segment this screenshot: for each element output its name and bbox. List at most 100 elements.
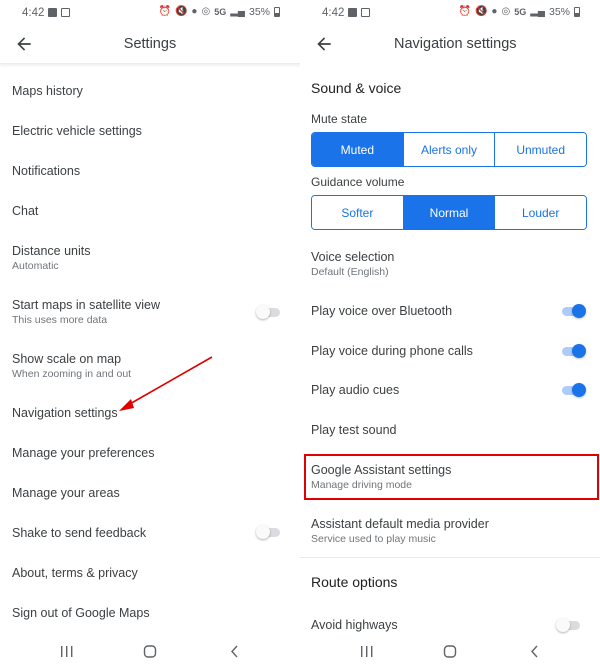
setting-play-test-sound[interactable]: Play test sound (300, 423, 600, 443)
item-label: Play audio cues (311, 383, 400, 397)
item-sublabel: Service used to play music (311, 533, 436, 545)
audio-cues-toggle[interactable] (560, 383, 586, 397)
setting-voice-selection[interactable]: Voice selection Default (English) (300, 250, 600, 286)
item-label: Manage your areas (12, 486, 120, 500)
item-label: Distance units (12, 244, 91, 258)
settings-item-manage-preferences[interactable]: Manage your preferences (0, 446, 300, 482)
section-sound-voice: Sound & voice (311, 80, 402, 96)
item-sublabel: Automatic (12, 260, 59, 272)
item-label: Notifications (12, 164, 81, 178)
system-nav-bar (0, 637, 300, 667)
mute-option-unmuted[interactable]: Unmuted (495, 133, 586, 166)
guidance-volume-selector: Softer Normal Louder (311, 195, 587, 230)
satellite-view-toggle[interactable] (256, 305, 282, 319)
settings-item-notifications[interactable]: Notifications (0, 164, 300, 200)
item-label: Google Assistant settings (311, 463, 452, 477)
item-label: Manage your preferences (12, 446, 155, 460)
back-arrow-icon[interactable] (314, 34, 334, 54)
setting-voice-phone-calls[interactable]: Play voice during phone calls (300, 344, 600, 364)
guidance-volume-label: Guidance volume (311, 175, 405, 189)
item-label: Electric vehicle settings (12, 124, 142, 138)
mute-icon: 🔇 (474, 6, 488, 17)
system-nav-bar (300, 637, 600, 667)
item-label: Assistant default media provider (311, 517, 489, 531)
setting-avoid-highways[interactable]: Avoid highways (300, 618, 600, 638)
signal-icon: ▂▄ (530, 6, 545, 17)
item-sublabel: Manage driving mode (311, 479, 412, 491)
item-label: Play test sound (311, 423, 397, 437)
page-title: Navigation settings (394, 36, 517, 52)
alarm-icon: ⏰ (158, 6, 171, 17)
item-label: Show scale on map (12, 352, 122, 366)
mute-state-label: Mute state (311, 112, 368, 126)
battery-icon (274, 7, 280, 17)
settings-item-about[interactable]: About, terms & privacy (0, 566, 300, 602)
recent-apps-icon[interactable] (357, 643, 377, 661)
settings-item-satellite-view[interactable]: Start maps in satellite view This uses m… (0, 298, 300, 334)
settings-item-show-scale[interactable]: Show scale on map When zooming in and ou… (0, 352, 300, 388)
voice-bluetooth-toggle[interactable] (560, 304, 586, 318)
settings-item-shake-feedback[interactable]: Shake to send feedback (0, 525, 300, 562)
item-label: Sign out of Google Maps (12, 606, 150, 620)
mute-option-muted[interactable]: Muted (312, 133, 404, 166)
settings-item-navigation-settings[interactable]: Navigation settings (0, 406, 300, 442)
section-divider (300, 557, 600, 558)
item-label: Avoid highways (311, 618, 398, 632)
message-notification-icon (361, 8, 370, 17)
item-sublabel: When zooming in and out (12, 368, 132, 380)
home-icon[interactable] (440, 643, 460, 661)
item-label: Voice selection (311, 250, 395, 264)
setting-audio-cues[interactable]: Play audio cues (300, 383, 600, 403)
message-notification-icon (61, 8, 70, 17)
settings-item-maps-history[interactable]: Maps history (0, 84, 300, 120)
item-label: Maps history (12, 84, 83, 98)
volume-option-softer[interactable]: Softer (312, 196, 404, 229)
settings-item-ev-settings[interactable]: Electric vehicle settings (0, 124, 300, 160)
mute-option-alerts-only[interactable]: Alerts only (403, 133, 496, 166)
settings-item-chat[interactable]: Chat (0, 204, 300, 240)
page-title: Settings (123, 36, 177, 52)
app-bar: Settings (0, 28, 300, 64)
status-bar: 4:42 ⏰ 🔇 ● ◎ 5G ▂▄ 35% (300, 0, 600, 28)
setting-assistant-media-provider[interactable]: Assistant default media provider Service… (300, 517, 600, 553)
item-label: Play voice over Bluetooth (311, 304, 453, 318)
hotspot-icon: ◎ (201, 6, 211, 17)
avoid-highways-toggle[interactable] (556, 618, 582, 632)
location-icon: ● (491, 6, 498, 17)
volume-option-normal[interactable]: Normal (403, 196, 496, 229)
status-time: 4:42 (22, 7, 45, 19)
battery-percent: 35% (548, 6, 570, 18)
status-time: 4:42 (322, 7, 345, 19)
item-label: Start maps in satellite view (12, 298, 160, 312)
item-label: Play voice during phone calls (311, 344, 473, 358)
settings-screen: 4:42 ⏰ 🔇 ● ◎ 5G ▂▄ 35% Settings Maps his… (0, 0, 300, 667)
voice-phone-calls-toggle[interactable] (560, 344, 586, 358)
item-label: Shake to send feedback (12, 526, 147, 540)
gallery-notification-icon (48, 8, 57, 17)
navigation-settings-screen: 4:42 ⏰ 🔇 ● ◎ 5G ▂▄ 35% Navigation settin… (300, 0, 600, 667)
setting-voice-bluetooth[interactable]: Play voice over Bluetooth (300, 304, 600, 324)
mute-icon: 🔇 (174, 6, 188, 17)
recent-apps-icon[interactable] (57, 643, 77, 661)
system-back-icon[interactable] (525, 643, 545, 661)
mute-state-selector: Muted Alerts only Unmuted (311, 132, 587, 167)
gallery-notification-icon (348, 8, 357, 17)
setting-google-assistant[interactable]: Google Assistant settings Manage driving… (300, 463, 600, 499)
item-label: About, terms & privacy (12, 566, 138, 580)
item-label: Chat (12, 204, 39, 218)
system-back-icon[interactable] (225, 643, 245, 661)
alarm-icon: ⏰ (458, 6, 471, 17)
volume-option-louder[interactable]: Louder (495, 196, 586, 229)
battery-icon (574, 7, 580, 17)
shake-feedback-toggle[interactable] (256, 525, 282, 539)
settings-item-distance-units[interactable]: Distance units Automatic (0, 244, 300, 280)
signal-icon: ▂▄ (230, 6, 245, 17)
battery-percent: 35% (248, 6, 270, 18)
item-label: Navigation settings (12, 406, 118, 420)
section-route-options: Route options (311, 574, 398, 590)
location-icon: ● (191, 6, 198, 17)
home-icon[interactable] (140, 643, 160, 661)
settings-item-manage-areas[interactable]: Manage your areas (0, 486, 300, 522)
network-type: 5G (214, 7, 227, 17)
network-type: 5G (514, 7, 527, 17)
